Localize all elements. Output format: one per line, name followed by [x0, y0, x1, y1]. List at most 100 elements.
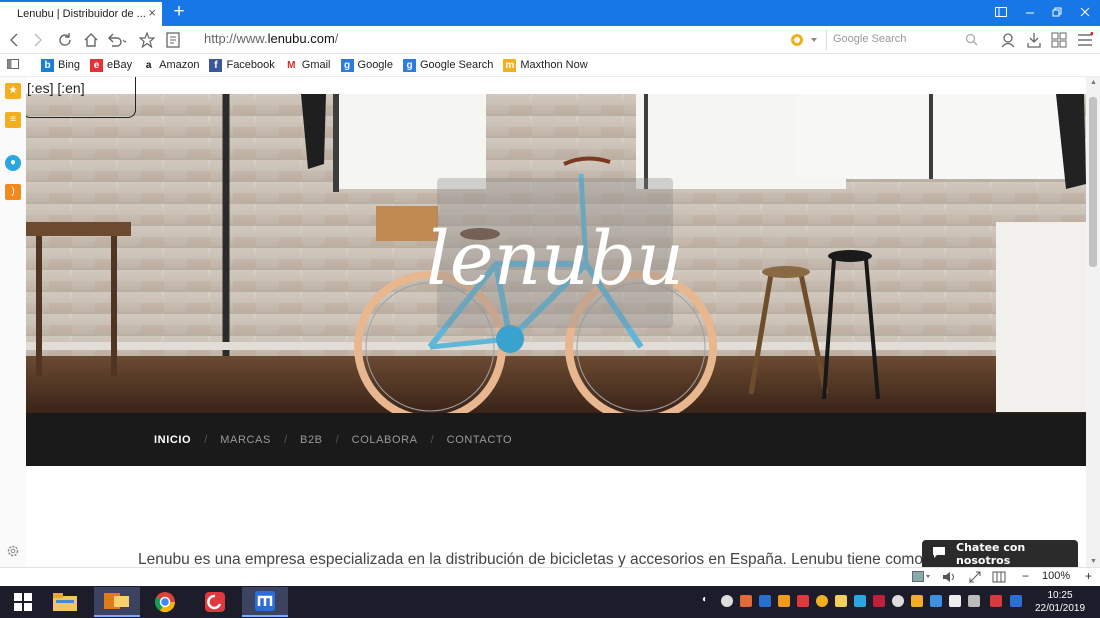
tray-snowflake-icon[interactable] — [1010, 595, 1022, 607]
site-logo: lenubu — [426, 216, 684, 302]
menu-separator: / — [430, 433, 434, 446]
maxthon-icon[interactable] — [242, 587, 288, 617]
bookmark-bing[interactable]: b Bing — [41, 58, 81, 72]
menu-icon[interactable] — [1075, 30, 1095, 50]
search-icon[interactable] — [965, 33, 978, 49]
menu-item-colabora[interactable]: COLABORA — [352, 434, 418, 446]
forward-icon[interactable] — [28, 30, 48, 50]
tray-onedrive-icon[interactable] — [892, 595, 904, 607]
bookmarks-bar: b Bing e eBay a Amazon f Facebook M Gmail g Go… — [0, 54, 1100, 77]
tray-update-icon[interactable] — [816, 595, 828, 607]
menu-item-inicio[interactable]: INICIO — [154, 434, 191, 446]
tab-close-button[interactable]: × — [148, 5, 156, 20]
restore-icon[interactable] — [1046, 3, 1068, 23]
back-icon[interactable] — [4, 30, 24, 50]
clock-time: 10:25 — [1047, 590, 1073, 601]
amazon-icon: a — [142, 58, 156, 72]
status-bar: − 100% + — [0, 567, 1100, 586]
undo-close-icon[interactable] — [106, 30, 126, 50]
tray-battery-icon[interactable] — [990, 595, 1002, 607]
bookmark-ebay[interactable]: e eBay — [90, 58, 133, 72]
bookmark-label: Gmail — [301, 59, 331, 71]
system-clock[interactable]: 10:25 22/01/2019 — [1032, 589, 1088, 615]
screenshot-icon[interactable] — [912, 571, 930, 586]
bookmarks-toggle-icon[interactable] — [7, 58, 19, 72]
menu-item-contacto[interactable]: CONTACTO — [447, 434, 513, 446]
tray-malwarebytes-icon[interactable] — [759, 595, 771, 607]
language-switcher[interactable]: [:es] [:en] — [26, 77, 136, 118]
clock-date: 22/01/2019 — [1034, 603, 1086, 614]
bookmark-amazon[interactable]: a Amazon — [142, 58, 199, 72]
navigation-bar: http://www.lenubu.com/ Google Search — [0, 26, 1100, 54]
file-explorer-icon[interactable] — [42, 587, 88, 617]
sidebar-toggle-icon[interactable] — [990, 3, 1012, 23]
tray-cloud-icon[interactable] — [721, 595, 733, 607]
notes-icon[interactable]: ≡ — [5, 112, 21, 128]
browser-sidebar: ★ ≡ ● ) — [0, 77, 26, 567]
chat-widget-button[interactable]: Chatee con nosotros — [922, 540, 1078, 567]
url-domain: lenubu.com — [267, 31, 335, 46]
chat-bubble-icon[interactable]: ● — [5, 155, 21, 171]
settings-gear-icon[interactable] — [5, 544, 21, 560]
volume-icon[interactable] — [942, 570, 956, 587]
scroll-up-arrow-icon[interactable]: ▲ — [1090, 79, 1097, 86]
split-view-icon[interactable] — [992, 570, 1006, 587]
tray-folder-icon[interactable] — [835, 595, 847, 607]
tray-dropbox-icon[interactable] — [930, 595, 942, 607]
start-button[interactable] — [0, 587, 46, 617]
chat-label: Chatee con nosotros — [956, 540, 1026, 567]
security-app-icon[interactable] — [192, 587, 238, 617]
tray-network-app-icon[interactable] — [854, 595, 866, 607]
intro-paragraph: Lenubu es una empresa especializada en l… — [138, 551, 955, 567]
reload-icon[interactable] — [55, 30, 75, 50]
tray-security-icon[interactable] — [797, 595, 809, 607]
tray-sound-icon[interactable]: ◐ — [702, 594, 708, 605]
bookmark-google-search[interactable]: g Google Search — [403, 58, 494, 72]
apps-grid-icon[interactable] — [1049, 30, 1069, 50]
bookmark-facebook[interactable]: f Facebook — [209, 58, 275, 72]
search-input[interactable]: Google Search — [826, 30, 986, 50]
zoom-out-button[interactable]: − — [1022, 569, 1029, 583]
tray-office-icon[interactable] — [778, 595, 790, 607]
tray-notes-icon[interactable] — [911, 595, 923, 607]
bookmark-label: eBay — [107, 59, 133, 71]
bookmark-maxthon-now[interactable]: m Maxthon Now — [503, 58, 588, 72]
search-engine-selector-icon[interactable] — [788, 30, 820, 50]
bookmark-google[interactable]: g Google — [340, 58, 393, 72]
rss-icon[interactable]: ) — [5, 184, 21, 200]
home-icon[interactable] — [81, 30, 101, 50]
bookmark-gmail[interactable]: M Gmail — [284, 58, 331, 72]
scrollbar-thumb[interactable] — [1089, 97, 1097, 267]
outlook-icon[interactable] — [94, 587, 140, 617]
scroll-down-arrow-icon[interactable]: ▼ — [1090, 558, 1097, 565]
download-icon[interactable] — [1024, 30, 1044, 50]
address-bar[interactable]: http://www.lenubu.com/ — [204, 31, 338, 46]
tab-title: Lenubu | Distribuidor de ... — [17, 8, 146, 20]
fullscreen-icon[interactable] — [968, 570, 982, 587]
tab-active[interactable]: Lenubu | Distribuidor de ... × — [0, 2, 162, 26]
vertical-scrollbar[interactable]: ▲ ▼ — [1086, 77, 1100, 567]
favorite-star-icon[interactable] — [137, 30, 157, 50]
zoom-level[interactable]: 100% — [1042, 570, 1070, 582]
reader-mode-icon[interactable] — [163, 30, 183, 50]
tray-app-icon[interactable] — [740, 595, 752, 607]
bookmark-label: Bing — [58, 59, 81, 71]
bookmark-label: Google Search — [420, 59, 494, 71]
site-menu: INICIO / MARCAS / B2B / COLABORA / CONTA… — [26, 413, 1086, 466]
hero-image: lenubu — [26, 94, 1086, 413]
tray-mcafee-icon[interactable] — [873, 595, 885, 607]
chrome-icon[interactable] — [142, 587, 188, 617]
minimize-icon[interactable] — [1019, 3, 1041, 23]
close-window-icon[interactable] — [1074, 3, 1096, 23]
tray-wifi-icon[interactable] — [968, 595, 980, 607]
ebay-icon: e — [90, 58, 104, 72]
menu-item-marcas[interactable]: MARCAS — [220, 434, 271, 446]
new-tab-button[interactable]: + — [168, 1, 190, 23]
menu-item-b2b[interactable]: B2B — [300, 434, 323, 446]
user-account-icon[interactable] — [998, 30, 1018, 50]
menu-separator: / — [283, 433, 288, 446]
zoom-in-button[interactable]: + — [1085, 569, 1092, 583]
favorites-icon[interactable]: ★ — [5, 83, 21, 99]
tray-flag-icon[interactable] — [949, 595, 961, 607]
search-placeholder: Google Search — [833, 33, 907, 45]
